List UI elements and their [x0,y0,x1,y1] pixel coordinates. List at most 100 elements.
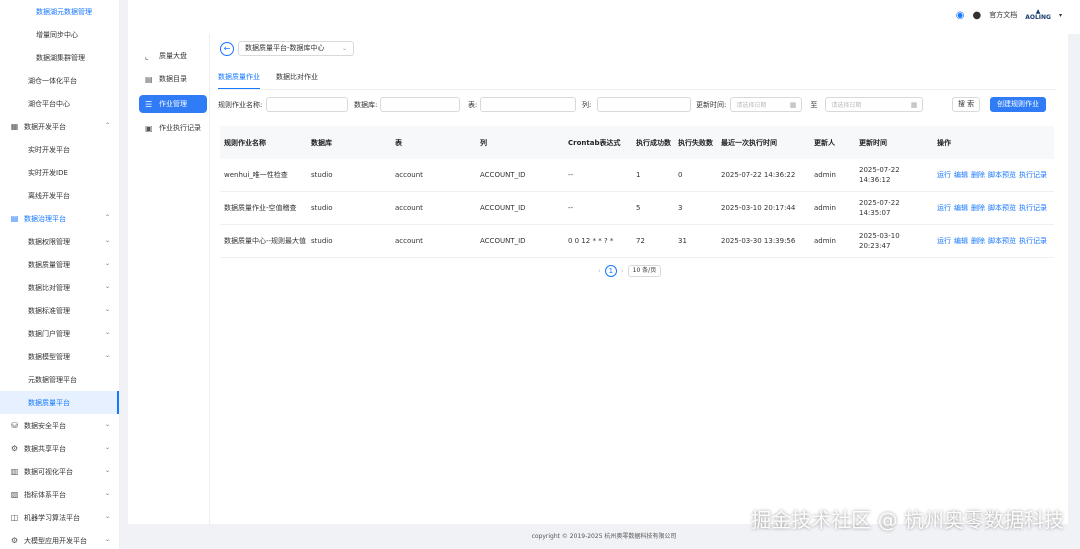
sidebar-item[interactable]: ⚙ 大模型应用开发平台 ⌄ [0,529,119,549]
tab-quality-jobs[interactable]: 数据质量作业 [218,70,260,90]
column-input[interactable] [597,97,692,112]
chevron-down-icon[interactable]: ▾ [1059,12,1062,19]
column-header: 最近一次执行时间 [721,138,777,147]
chevron-icon: ⌄ [104,536,110,543]
docs-link[interactable]: 官方文档 [989,10,1017,20]
menu-icon: ▦ [10,122,19,131]
exec-record-link[interactable]: 执行记录 [1019,170,1047,180]
sidebar-item[interactable]: 湖仓一体化平台 [0,69,119,92]
delete-link[interactable]: 删除 [971,236,985,246]
exec-record-link[interactable]: 执行记录 [1019,203,1047,213]
start-date-placeholder: 请选择日期 [736,102,767,109]
create-job-button[interactable]: 创建规则作业 [990,97,1046,112]
db-input[interactable] [380,97,461,112]
sidebar-item[interactable]: ◫ 机器学习算法平台 ⌄ [0,506,119,529]
edit-link[interactable]: 编辑 [954,170,968,180]
menu-icon: ▥ [10,467,19,476]
sidebar-item[interactable]: 数据门户管理 ⌄ [0,322,119,345]
sidebar-item[interactable]: ▥ 数据可视化平台 ⌄ [0,460,119,483]
column-header: Crontab表达式 [568,138,621,147]
record-icon: ▣ [145,123,153,133]
end-date-placeholder: 请选择日期 [831,102,862,109]
rule-name-input[interactable] [266,97,349,112]
nav-data-catalog[interactable]: ▤ 数据目录 [139,70,207,88]
start-date-picker[interactable]: 请选择日期 ▦ [730,97,803,112]
sidebar-item[interactable]: 数据标准管理 ⌄ [0,299,119,322]
company-logo[interactable]: ▲ AOLING [1025,9,1051,21]
next-page-icon[interactable]: › [621,267,624,275]
end-date-picker[interactable]: 请选择日期 ▦ [825,97,924,112]
sidebar-item[interactable]: 数据质量平台 [0,391,119,414]
sidebar-item[interactable]: 离线开发平台 [0,184,119,207]
tab-compare-jobs[interactable]: 数据比对作业 [276,70,318,90]
menu-icon: ⚙ [10,444,19,453]
to-label: 至 [810,100,818,109]
table-input[interactable] [480,97,577,112]
nav-quality-dashboard[interactable]: ⌞ 质量大盘 [139,47,207,65]
table-cell: 3 [678,204,683,212]
column-header: 更新人 [814,138,835,147]
table-cell: 2025-07-22 14:36:22 [721,171,796,179]
nav-label: 作业执行记录 [159,124,201,132]
prev-page-icon[interactable]: ‹ [598,267,601,275]
row-actions: 运行 编辑 删除 脚本预览 执行记录 [933,203,1054,213]
calendar-icon: ▦ [789,101,797,109]
company-logo-text: AOLING [1025,14,1051,21]
sidebar-item[interactable]: ⛁ 数据安全平台 ⌄ [0,414,119,437]
sidebar-item[interactable]: 数据比对管理 ⌄ [0,276,119,299]
table-cell: studio [311,237,333,245]
table-cell: studio [311,171,333,179]
sidebar-item[interactable]: 数据权限管理 ⌄ [0,230,119,253]
script-preview-link[interactable]: 脚本预览 [988,203,1016,213]
datasource-select[interactable]: 数据质量平台-数据库中心 ⌄ [238,41,354,56]
nav-job-records[interactable]: ▣ 作业执行记录 [139,119,207,137]
run-link[interactable]: 运行 [937,236,951,246]
edit-link[interactable]: 编辑 [954,236,968,246]
chevron-icon: ⌄ [104,444,110,451]
search-button[interactable]: 搜 索 [952,97,980,112]
sidebar-item[interactable]: ⚙ 数据共享平台 ⌄ [0,437,119,460]
script-preview-link[interactable]: 脚本预览 [988,236,1016,246]
run-link[interactable]: 运行 [937,170,951,180]
github-icon[interactable]: ● [973,10,982,21]
run-link[interactable]: 运行 [937,203,951,213]
sidebar-item[interactable]: 实时开发IDE [0,161,119,184]
chevron-down-icon: ⌄ [341,45,347,52]
sidebar-item-label: 湖仓平台中心 [28,99,70,108]
edit-link[interactable]: 编辑 [954,203,968,213]
delete-link[interactable]: 删除 [971,203,985,213]
sidebar-item-label: 增量同步中心 [36,30,78,39]
table-cell: 2025-03-10 20:23:47 [859,232,900,250]
table-cell: admin [814,204,836,212]
sidebar-item[interactable]: ▤ 数据治理平台 ⌃ [0,207,119,230]
chevron-icon: ⌄ [104,490,110,497]
script-preview-link[interactable]: 脚本预览 [988,170,1016,180]
jobs-table: 规则作业名称 数据库 表 列 Crontab表达式 执行成功数 执行失败数 最近一次执行时间 更… [220,126,1054,258]
sidebar-item[interactable]: 数据质量管理 ⌄ [0,253,119,276]
chevron-icon: ⌄ [104,260,110,267]
nav-label: 质量大盘 [159,52,187,60]
exec-record-link[interactable]: 执行记录 [1019,236,1047,246]
sidebar-item[interactable]: 数据模型管理 ⌄ [0,345,119,368]
sidebar-item[interactable]: 实时开发平台 [0,138,119,161]
page-1-button[interactable]: 1 [604,265,617,277]
chevron-icon: ⌄ [104,329,110,336]
sidebar-item[interactable]: 增量同步中心 [0,23,119,46]
table-header: 规则作业名称 数据库 表 列 Crontab表达式 执行成功数 执行失败数 最近一次执行时间 更… [220,126,1054,159]
sidebar-item[interactable]: ▦ 数据开发平台 ⌃ [0,115,119,138]
sidebar-item[interactable]: 湖仓平台中心 [0,92,119,115]
back-icon[interactable]: ← [220,42,234,56]
sidebar-item[interactable]: 数据湖元数据管理 [0,0,119,23]
page-size-select[interactable]: 10 条/页 [627,265,662,277]
delete-link[interactable]: 删除 [971,170,985,180]
sidebar-item[interactable]: ▧ 指标体系平台 ⌄ [0,483,119,506]
tabs-divider [218,89,1056,90]
sidebar-item[interactable]: 元数据管理平台 [0,368,119,391]
sidebar-item[interactable]: 数据湖集群管理 [0,46,119,69]
column-label: 列: [582,100,592,109]
menu-icon: ⛁ [11,421,18,430]
nav-job-management[interactable]: ☰ 作业管理 [139,95,207,113]
app-logo-icon[interactable]: ◉ [956,10,965,21]
sidebar-item-label: 数据湖元数据管理 [36,7,92,16]
chevron-icon: ⌄ [104,237,110,244]
